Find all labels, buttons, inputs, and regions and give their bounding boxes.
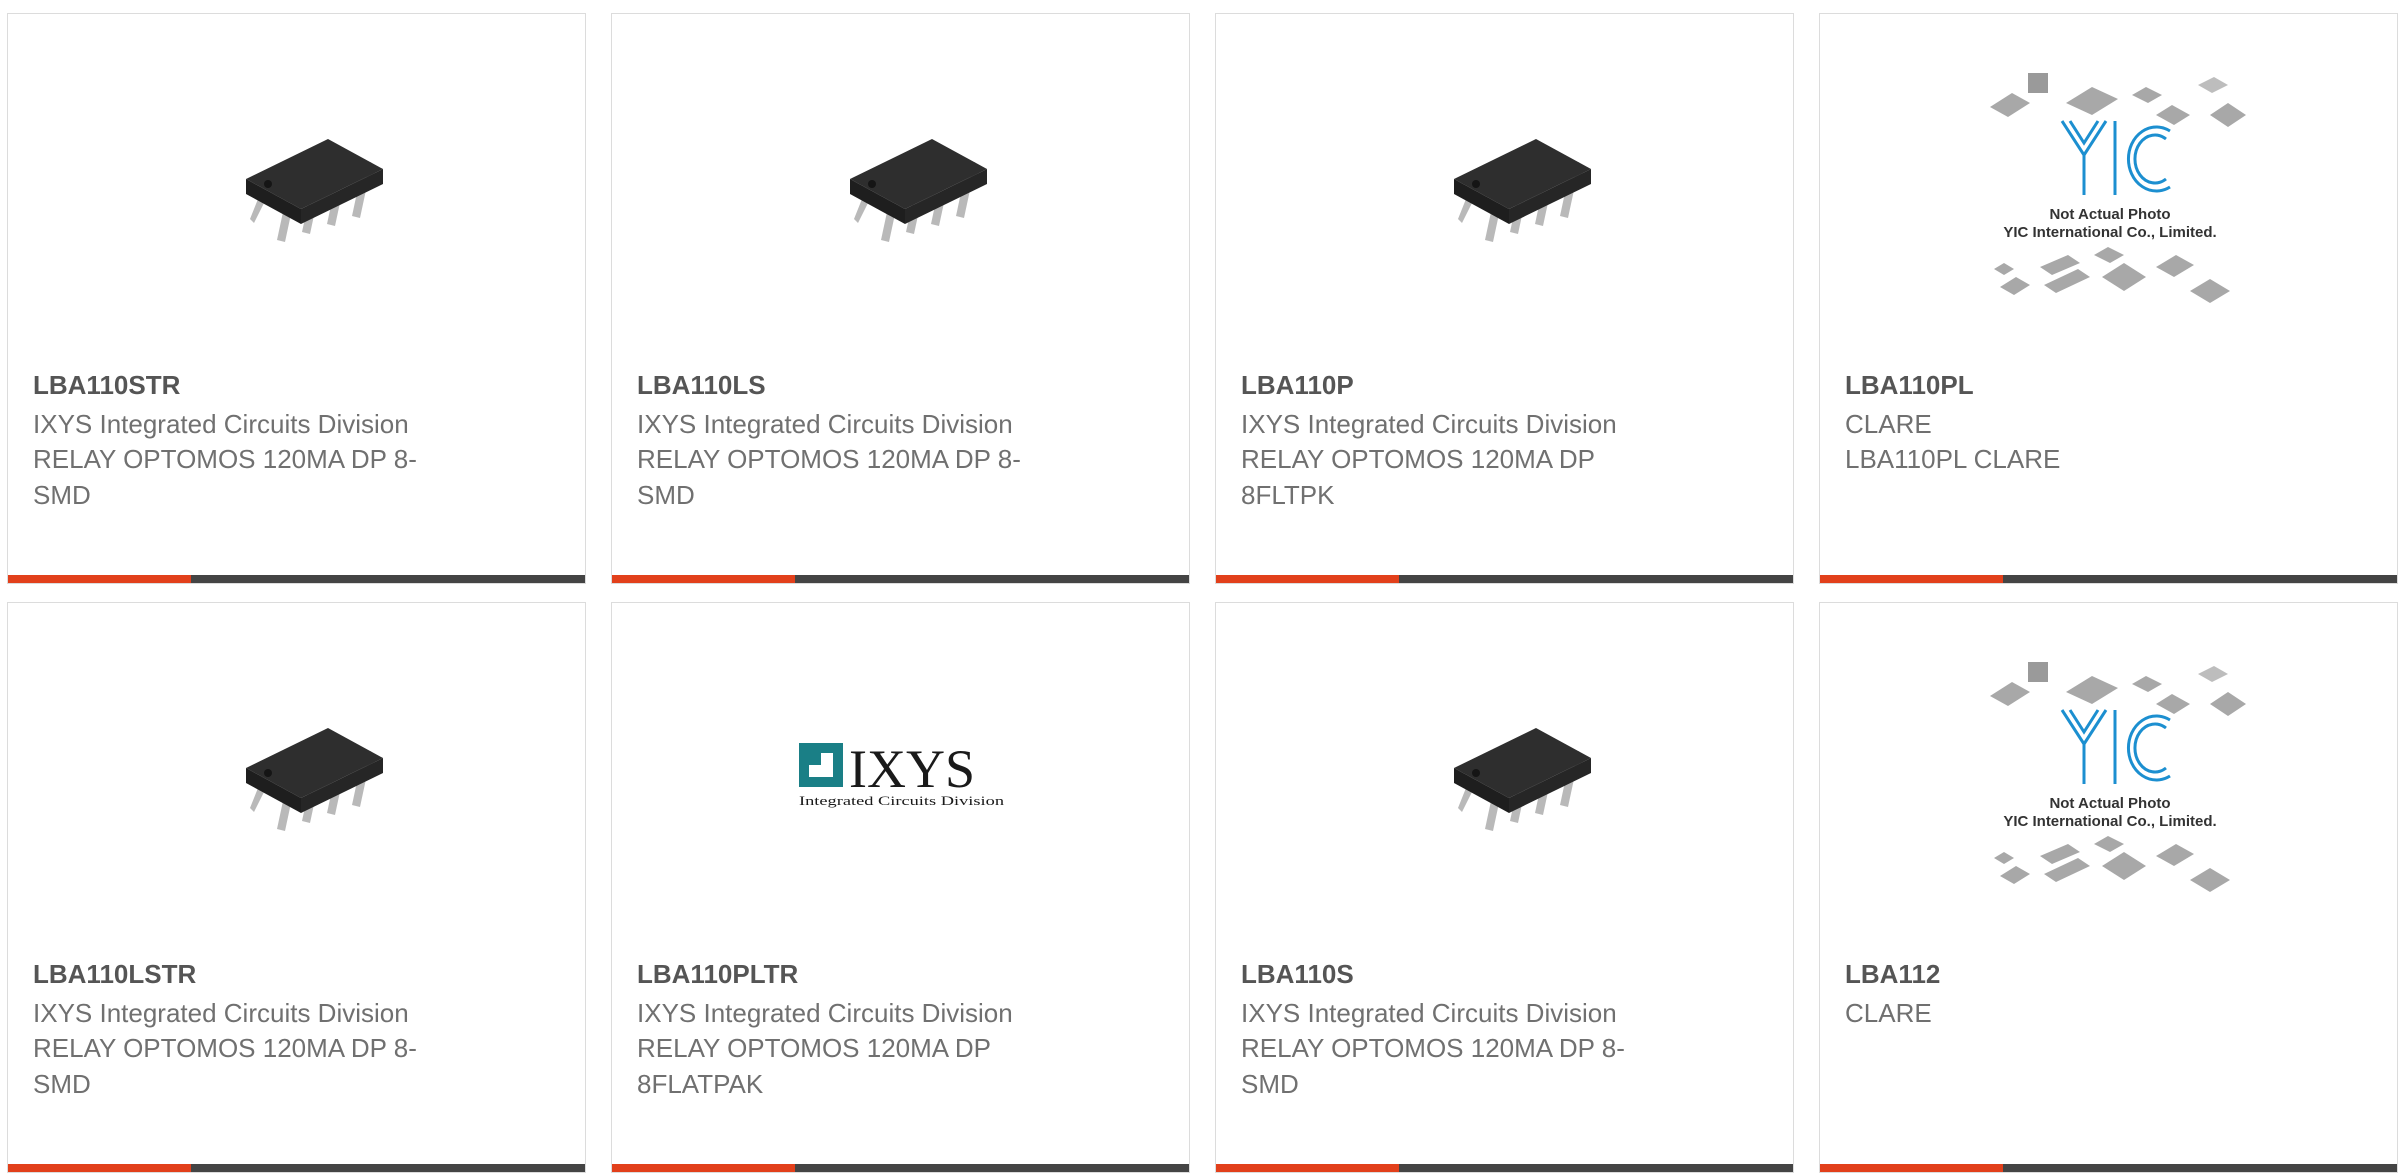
product-image[interactable]: Not Actual Photo YIC International Co., … <box>1820 14 2397 354</box>
product-card-5[interactable]: LBA110LSTR IXYS Integrated Circuits Divi… <box>7 602 586 1173</box>
card-bottom-bar <box>8 1164 585 1172</box>
product-card-6[interactable]: IXYS Integrated Circuits Division LBA110… <box>611 602 1190 1173</box>
placeholder-line2: YIC International Co., Limited. <box>2003 224 2216 241</box>
product-grid: LBA110STR IXYS Integrated Circuits Divis… <box>0 0 2400 1173</box>
product-image[interactable] <box>1216 603 1793 943</box>
manufacturer: IXYS Integrated Circuits Division <box>33 998 409 1028</box>
part-number[interactable]: LBA110S <box>1241 959 1354 989</box>
logo-text: IXYS <box>849 739 975 799</box>
description: RELAY OPTOMOS 120MA DP 8FLATPAK <box>637 1033 991 1099</box>
description: RELAY OPTOMOS 120MA DP 8-SMD <box>33 1033 417 1099</box>
ic-chip-icon <box>849 139 987 242</box>
placeholder-line1: Not Actual Photo <box>2049 795 2170 812</box>
placeholder-line2: YIC International Co., Limited. <box>2003 813 2216 830</box>
manufacturer: IXYS Integrated Circuits Division <box>1241 998 1617 1028</box>
part-number[interactable]: LBA112 <box>1845 959 1940 989</box>
placeholder-line1: Not Actual Photo <box>2049 206 2170 223</box>
description: LBA110PL CLARE <box>1845 444 2061 474</box>
card-bottom-bar <box>612 575 1189 583</box>
ic-chip-icon <box>1453 728 1591 831</box>
description: RELAY OPTOMOS 120MA DP 8FLTPK <box>1241 444 1595 510</box>
product-card-4[interactable]: Not Actual Photo YIC International Co., … <box>1819 13 2398 584</box>
product-card-2[interactable]: LBA110LS IXYS Integrated Circuits Divisi… <box>611 13 1190 584</box>
card-accent <box>1820 1164 2003 1172</box>
manufacturer: IXYS Integrated Circuits Division <box>33 409 409 439</box>
manufacturer: CLARE <box>1845 998 1932 1028</box>
card-bottom-bar <box>8 575 585 583</box>
part-number[interactable]: LBA110P <box>1241 370 1354 400</box>
manufacturer: IXYS Integrated Circuits Division <box>637 998 1013 1028</box>
card-bottom-bar <box>1216 1164 1793 1172</box>
card-accent <box>1820 575 2003 583</box>
product-image[interactable]: IXYS Integrated Circuits Division <box>612 603 1189 943</box>
card-accent <box>1216 575 1399 583</box>
card-accent <box>8 575 191 583</box>
yic-placeholder-icon: Not Actual Photo YIC International Co., … <box>1989 73 2246 303</box>
product-image[interactable] <box>8 603 585 943</box>
product-image[interactable]: Not Actual Photo YIC International Co., … <box>1820 603 2397 943</box>
product-image[interactable] <box>8 14 585 354</box>
ic-chip-icon <box>245 139 383 242</box>
part-number[interactable]: LBA110LSTR <box>33 959 196 989</box>
product-card-1[interactable]: LBA110STR IXYS Integrated Circuits Divis… <box>7 13 586 584</box>
card-accent <box>1216 1164 1399 1172</box>
product-card-3[interactable]: LBA110P IXYS Integrated Circuits Divisio… <box>1215 13 1794 584</box>
description: RELAY OPTOMOS 120MA DP 8-SMD <box>33 444 417 510</box>
description: RELAY OPTOMOS 120MA DP 8-SMD <box>637 444 1021 510</box>
ic-chip-icon <box>1453 139 1591 242</box>
card-bottom-bar <box>1216 575 1793 583</box>
product-image[interactable] <box>612 14 1189 354</box>
card-bottom-bar <box>1820 1164 2397 1172</box>
manufacturer: CLARE <box>1845 409 1932 439</box>
logo-subtext: Integrated Circuits Division <box>799 793 1005 808</box>
part-number[interactable]: LBA110STR <box>33 370 180 400</box>
part-number[interactable]: LBA110PLTR <box>637 959 798 989</box>
card-accent <box>612 1164 795 1172</box>
card-bottom-bar <box>1820 575 2397 583</box>
description: RELAY OPTOMOS 120MA DP 8-SMD <box>1241 1033 1625 1099</box>
ic-chip-icon <box>245 728 383 831</box>
yic-placeholder-icon: Not Actual Photo YIC International Co., … <box>1989 662 2246 892</box>
card-accent <box>612 575 795 583</box>
ixys-logo-icon: IXYS Integrated Circuits Division <box>798 739 1005 808</box>
product-image[interactable] <box>1216 14 1793 354</box>
card-accent <box>8 1164 191 1172</box>
product-card-7[interactable]: LBA110S IXYS Integrated Circuits Divisio… <box>1215 602 1794 1173</box>
part-number[interactable]: LBA110PL <box>1845 370 1974 400</box>
manufacturer: IXYS Integrated Circuits Division <box>1241 409 1617 439</box>
part-number[interactable]: LBA110LS <box>637 370 766 400</box>
card-bottom-bar <box>612 1164 1189 1172</box>
product-card-8[interactable]: Not Actual Photo YIC International Co., … <box>1819 602 2398 1173</box>
manufacturer: IXYS Integrated Circuits Division <box>637 409 1013 439</box>
